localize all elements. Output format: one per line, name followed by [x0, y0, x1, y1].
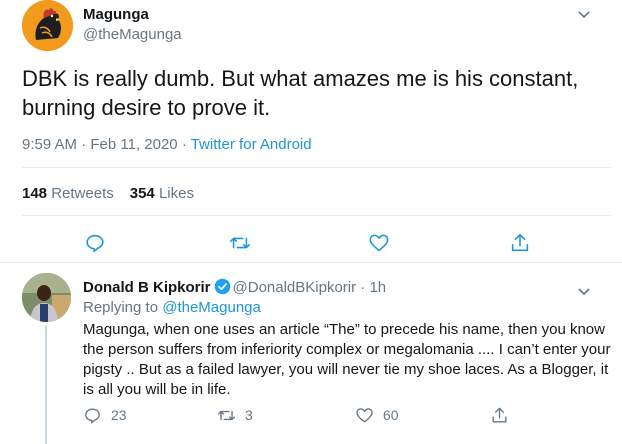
- retweet-icon: [217, 410, 236, 420]
- retweets-stat[interactable]: 148 Retweets: [22, 185, 114, 202]
- reply-header: Donald B Kipkorir @DonaldBKipkorir · 1h: [83, 278, 386, 296]
- tweet-actions: [0, 228, 622, 256]
- retweet-count: 3: [245, 407, 253, 423]
- user-photo-icon: [22, 273, 71, 322]
- like-icon: [356, 407, 373, 423]
- user-handle[interactable]: @DonaldBKipkorir · 1h: [233, 279, 387, 296]
- likes-stat[interactable]: 354 Likes: [130, 185, 194, 202]
- tweet-source-link[interactable]: Twitter for Android: [191, 136, 312, 153]
- share-icon[interactable]: [509, 232, 531, 254]
- reply-icon: [85, 407, 100, 423]
- mention-link[interactable]: @theMagunga: [162, 299, 261, 316]
- replying-to: Replying to @theMagunga: [83, 299, 261, 316]
- reply-icon[interactable]: [84, 232, 106, 254]
- avatar[interactable]: [22, 273, 71, 322]
- main-tweet: Magunga @theMagunga DBK is really dumb. …: [0, 0, 622, 268]
- reply-button[interactable]: 23: [83, 405, 127, 425]
- reply-actions: 23 3 60: [83, 405, 603, 427]
- divider: [22, 215, 612, 216]
- reply-tweet[interactable]: Donald B Kipkorir @DonaldBKipkorir · 1h …: [0, 263, 622, 444]
- rooster-avatar-icon: [22, 0, 73, 51]
- tweet-timestamp[interactable]: 9:59 AM · Feb 11, 2020 ·: [22, 136, 191, 153]
- verified-badge-icon: [214, 278, 230, 295]
- tweet-text: DBK is really dumb. But what amazes me i…: [22, 66, 579, 120]
- retweet-button[interactable]: 3: [217, 405, 253, 425]
- chevron-down-icon[interactable]: [576, 283, 592, 299]
- display-name[interactable]: Donald B Kipkorir: [83, 279, 211, 296]
- retweet-icon[interactable]: [229, 232, 251, 254]
- user-handle[interactable]: @theMagunga: [83, 26, 182, 43]
- like-icon[interactable]: [368, 232, 390, 254]
- like-count: 60: [383, 407, 399, 423]
- tweet-meta: 9:59 AM · Feb 11, 2020 · Twitter for And…: [22, 136, 312, 153]
- chevron-down-icon[interactable]: [576, 6, 592, 22]
- reply-count: 23: [111, 407, 127, 423]
- share-button[interactable]: [490, 405, 518, 425]
- thread-line: [45, 325, 47, 444]
- like-button[interactable]: 60: [355, 405, 399, 425]
- share-icon: [492, 407, 507, 423]
- reply-text: Magunga, when one uses an article “The” …: [83, 321, 611, 398]
- display-name[interactable]: Magunga: [83, 6, 149, 23]
- divider: [22, 167, 612, 168]
- tweet-stats: 148 Retweets 354 Likes: [22, 185, 194, 202]
- avatar[interactable]: [22, 0, 73, 51]
